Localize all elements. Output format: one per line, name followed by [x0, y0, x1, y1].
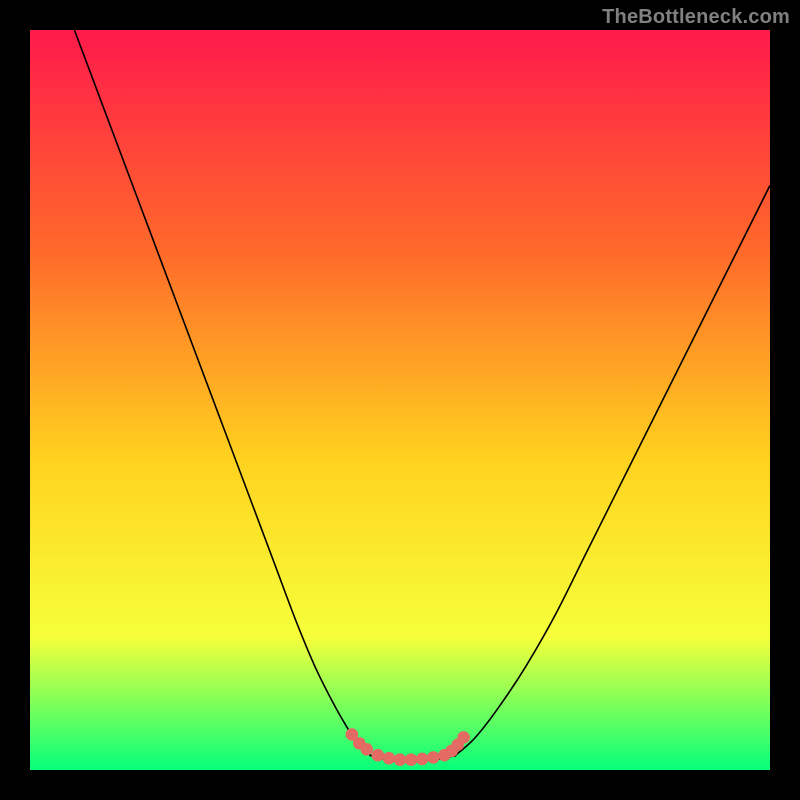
floor-marker [457, 731, 470, 744]
floor-marker [405, 753, 418, 766]
floor-marker [372, 749, 385, 762]
floor-marker [416, 753, 429, 766]
gradient-background [30, 30, 770, 770]
floor-marker [394, 753, 407, 766]
chart-stage: TheBottleneck.com [0, 0, 800, 800]
watermark-text: TheBottleneck.com [602, 6, 790, 29]
floor-marker [360, 743, 373, 756]
floor-marker [427, 751, 440, 764]
chart-svg [30, 30, 770, 770]
plot-area [30, 30, 770, 770]
floor-marker [383, 752, 396, 765]
